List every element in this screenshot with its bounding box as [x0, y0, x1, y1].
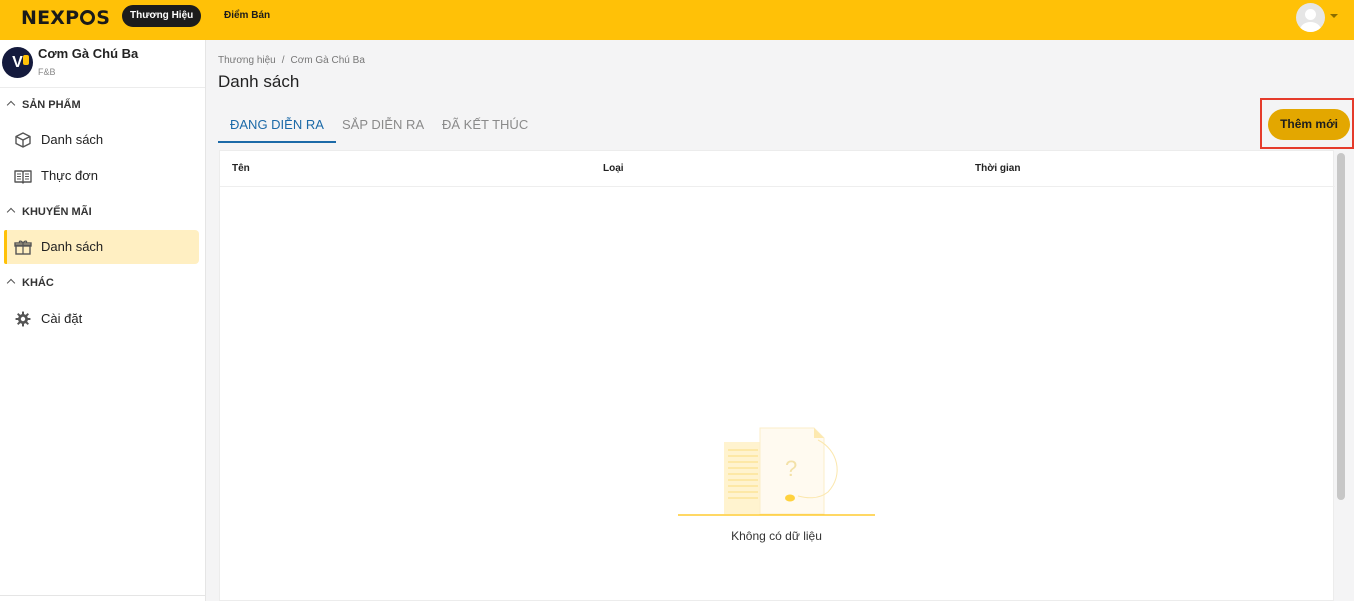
column-type[interactable]: Loại: [603, 151, 624, 187]
scrollbar-thumb[interactable]: [1337, 153, 1345, 500]
nav-diem-ban[interactable]: Điểm Bán: [224, 5, 270, 27]
gear-icon: [15, 311, 31, 327]
tab-ongoing[interactable]: ĐANG DIỄN RA: [218, 110, 336, 143]
sidebar-item-products-list[interactable]: Danh sách: [4, 123, 199, 157]
chevron-up-icon: [6, 100, 16, 110]
sidebar-divider: [0, 595, 205, 596]
sidebar-item-settings[interactable]: Cài đặt: [4, 302, 199, 336]
brand-header[interactable]: V Cơm Gà Chú Ba F&B: [0, 40, 205, 88]
sidebar: V Cơm Gà Chú Ba F&B SẢN PHẨM Danh sách T…: [0, 40, 206, 601]
column-time[interactable]: Thời gian: [975, 151, 1020, 187]
book-icon: [14, 170, 32, 184]
tab-upcoming[interactable]: SẮP DIỄN RA: [342, 110, 424, 143]
add-new-button[interactable]: Thêm mới: [1268, 109, 1350, 140]
empty-state-icon: ?: [678, 427, 875, 516]
chevron-up-icon: [6, 278, 16, 288]
brand-name: Cơm Gà Chú Ba: [38, 46, 139, 61]
chevron-up-icon: [6, 207, 16, 217]
nexpos-logo[interactable]: NEXP S: [21, 7, 110, 29]
svg-text:?: ?: [785, 456, 797, 481]
chevron-down-icon[interactable]: [1330, 14, 1338, 18]
sidebar-item-menu[interactable]: Thực đơn: [4, 159, 199, 193]
brand-logo: V: [2, 47, 33, 78]
breadcrumb: Thương hiệu / Cơm Gà Chú Ba: [218, 55, 365, 66]
sidebar-item-promotions-list[interactable]: Danh sách: [4, 230, 199, 264]
section-khac[interactable]: KHÁC: [6, 276, 54, 290]
column-name[interactable]: Tên: [232, 151, 250, 187]
section-san-pham[interactable]: SẢN PHẨM: [6, 98, 81, 112]
brand-type: F&B: [38, 67, 56, 77]
breadcrumb-current: Cơm Gà Chú Ba: [290, 55, 365, 66]
page-title: Danh sách: [218, 72, 300, 91]
breadcrumb-root[interactable]: Thương hiệu: [218, 55, 276, 66]
empty-state-text: Không có dữ liệu: [731, 529, 822, 543]
user-avatar[interactable]: [1296, 3, 1325, 32]
section-khuyen-mai[interactable]: KHUYẾN MÃI: [6, 205, 92, 219]
table-header: Tên Loại Thời gian: [220, 151, 1335, 187]
gift-icon: [14, 240, 32, 255]
top-bar: NEXP S Thương Hiệu Điểm Bán: [0, 0, 1354, 40]
nav-thuong-hieu[interactable]: Thương Hiệu: [122, 5, 202, 27]
tab-ended[interactable]: ĐÃ KẾT THÚC: [442, 110, 528, 143]
cube-icon: [15, 132, 31, 148]
